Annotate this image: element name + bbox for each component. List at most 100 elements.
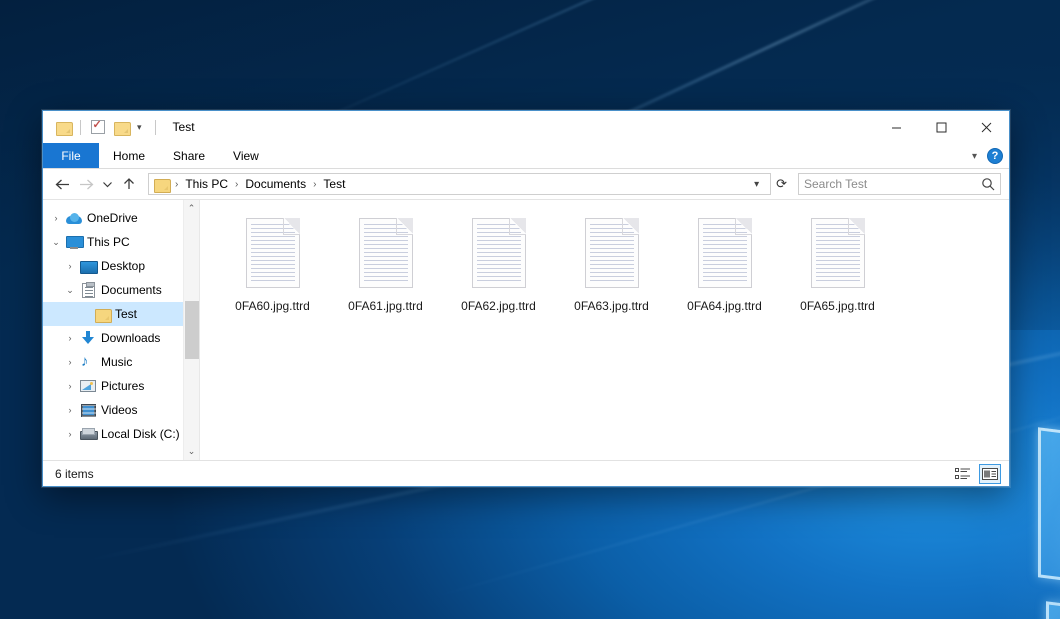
sidebar-item-label: This PC bbox=[84, 235, 130, 249]
chevron-right-icon[interactable]: › bbox=[62, 333, 78, 343]
quick-access-toolbar: ▾ Test bbox=[43, 111, 195, 143]
chevron-right-icon[interactable]: › bbox=[62, 261, 78, 271]
file-item[interactable]: 0FA62.jpg.ttrd bbox=[442, 214, 555, 313]
toolbar-divider bbox=[80, 120, 81, 135]
maximize-button[interactable] bbox=[919, 111, 964, 143]
folder-icon bbox=[92, 308, 112, 321]
chevron-down-icon[interactable]: ⌄ bbox=[48, 237, 64, 248]
refresh-icon[interactable]: ⟳ bbox=[773, 176, 790, 192]
generic-document-icon bbox=[698, 218, 752, 288]
sidebar-item-music[interactable]: › ♪ Music bbox=[43, 350, 199, 374]
chevron-down-icon[interactable]: ⌄ bbox=[62, 285, 78, 296]
sidebar-item-this-pc[interactable]: ⌄ This PC bbox=[43, 230, 199, 254]
file-grid: 0FA60.jpg.ttrd 0FA61.jpg.ttrd 0FA62.jpg.… bbox=[216, 214, 1009, 313]
sidebar-item-pictures[interactable]: › Pictures bbox=[43, 374, 199, 398]
chevron-right-icon[interactable]: › bbox=[62, 429, 78, 439]
sidebar-item-onedrive[interactable]: › OneDrive bbox=[43, 206, 199, 230]
sidebar-scrollbar[interactable]: ⌃ ⌄ bbox=[183, 200, 199, 460]
generic-document-icon bbox=[472, 218, 526, 288]
view-buttons bbox=[952, 464, 1001, 484]
scroll-up-icon[interactable]: ⌃ bbox=[184, 200, 200, 217]
local-disk-icon bbox=[78, 428, 98, 440]
file-name-label: 0FA64.jpg.ttrd bbox=[687, 299, 762, 313]
file-explorer-window: ▾ Test File Home Share View bbox=[42, 110, 1010, 487]
file-name-label: 0FA65.jpg.ttrd bbox=[800, 299, 875, 313]
back-button[interactable] bbox=[51, 173, 73, 195]
breadcrumb-item-test[interactable]: Test bbox=[319, 177, 349, 191]
sidebar-item-desktop[interactable]: › Desktop bbox=[43, 254, 199, 278]
sidebar-item-label: Music bbox=[98, 355, 132, 369]
downloads-icon bbox=[78, 331, 98, 345]
sidebar-item-documents[interactable]: ⌄ Documents bbox=[43, 278, 199, 302]
videos-icon bbox=[78, 404, 98, 417]
help-icon[interactable]: ? bbox=[987, 148, 1003, 164]
this-pc-icon bbox=[64, 236, 84, 249]
file-list-pane[interactable]: 0FA60.jpg.ttrd 0FA61.jpg.ttrd 0FA62.jpg.… bbox=[200, 200, 1009, 460]
chevron-down-icon[interactable]: ▾ bbox=[136, 122, 143, 133]
chevron-right-icon[interactable]: › bbox=[62, 405, 78, 415]
scrollbar-thumb[interactable] bbox=[185, 301, 199, 360]
sidebar-item-label: Test bbox=[112, 307, 137, 321]
tab-file[interactable]: File bbox=[43, 143, 99, 168]
address-bar[interactable]: › This PC › Documents › Test ▾ bbox=[148, 173, 771, 195]
chevron-right-icon[interactable]: › bbox=[62, 381, 78, 391]
up-button[interactable] bbox=[118, 173, 140, 195]
desktop: ▾ Test File Home Share View bbox=[0, 0, 1060, 619]
sidebar-item-downloads[interactable]: › Downloads bbox=[43, 326, 199, 350]
folder-icon[interactable] bbox=[54, 118, 73, 137]
navigation-pane: › OneDrive ⌄ This PC › Desktop ⌄ bbox=[43, 200, 200, 460]
generic-document-icon bbox=[246, 218, 300, 288]
file-name-label: 0FA62.jpg.ttrd bbox=[461, 299, 536, 313]
recent-locations-button[interactable] bbox=[99, 173, 116, 195]
new-folder-icon[interactable] bbox=[112, 118, 131, 137]
sidebar-item-label: Desktop bbox=[98, 259, 145, 273]
forward-button[interactable] bbox=[75, 173, 97, 195]
address-bar-row: › This PC › Documents › Test ▾ ⟳ bbox=[43, 169, 1009, 199]
status-bar: 6 items bbox=[43, 460, 1009, 486]
sidebar-item-label: Pictures bbox=[98, 379, 144, 393]
breadcrumb-separator: › bbox=[173, 179, 180, 190]
search-box[interactable] bbox=[798, 173, 1001, 195]
large-icons-view-button[interactable] bbox=[979, 464, 1001, 484]
file-item[interactable]: 0FA64.jpg.ttrd bbox=[668, 214, 781, 313]
tab-view[interactable]: View bbox=[219, 143, 273, 168]
breadcrumb-item-documents[interactable]: Documents bbox=[241, 177, 310, 191]
chevron-right-icon[interactable]: › bbox=[62, 357, 78, 367]
tab-share[interactable]: Share bbox=[159, 143, 219, 168]
search-input[interactable] bbox=[804, 177, 981, 191]
sidebar-item-local-disk[interactable]: › Local Disk (C:) bbox=[43, 422, 199, 446]
sidebar-item-label: Downloads bbox=[98, 331, 160, 345]
scroll-down-icon[interactable]: ⌄ bbox=[184, 443, 200, 460]
chevron-down-icon[interactable]: ▾ bbox=[747, 179, 766, 190]
minimize-button[interactable] bbox=[874, 111, 919, 143]
details-view-button[interactable] bbox=[952, 464, 974, 484]
file-name-label: 0FA61.jpg.ttrd bbox=[348, 299, 423, 313]
file-item[interactable]: 0FA63.jpg.ttrd bbox=[555, 214, 668, 313]
chevron-right-icon[interactable]: › bbox=[48, 213, 64, 223]
file-item[interactable]: 0FA61.jpg.ttrd bbox=[329, 214, 442, 313]
file-item[interactable]: 0FA65.jpg.ttrd bbox=[781, 214, 894, 313]
generic-document-icon bbox=[359, 218, 413, 288]
generic-document-icon bbox=[811, 218, 865, 288]
window-title: Test bbox=[173, 120, 195, 134]
breadcrumb: › This PC › Documents › Test bbox=[173, 177, 747, 191]
properties-icon[interactable] bbox=[88, 118, 107, 137]
tab-home[interactable]: Home bbox=[99, 143, 159, 168]
file-item[interactable]: 0FA60.jpg.ttrd bbox=[216, 214, 329, 313]
chevron-down-icon[interactable]: ▾ bbox=[972, 151, 977, 162]
scrollbar-track[interactable] bbox=[184, 217, 200, 443]
sidebar-item-videos[interactable]: › Videos bbox=[43, 398, 199, 422]
sidebar-item-label: Local Disk (C:) bbox=[98, 427, 180, 441]
file-name-label: 0FA60.jpg.ttrd bbox=[235, 299, 310, 313]
breadcrumb-separator: › bbox=[233, 179, 240, 190]
file-name-label: 0FA63.jpg.ttrd bbox=[574, 299, 649, 313]
desktop-icon bbox=[78, 260, 98, 273]
close-button[interactable] bbox=[964, 111, 1009, 143]
ribbon-controls: ▾ ? bbox=[972, 143, 1003, 169]
item-count-label: 6 items bbox=[55, 467, 94, 481]
search-icon bbox=[981, 177, 995, 191]
toolbar-divider bbox=[155, 120, 156, 135]
sidebar-item-test[interactable]: Test bbox=[43, 302, 199, 326]
breadcrumb-item-this-pc[interactable]: This PC bbox=[181, 177, 232, 191]
ribbon-tab-bar: File Home Share View ▾ ? bbox=[43, 143, 1009, 169]
